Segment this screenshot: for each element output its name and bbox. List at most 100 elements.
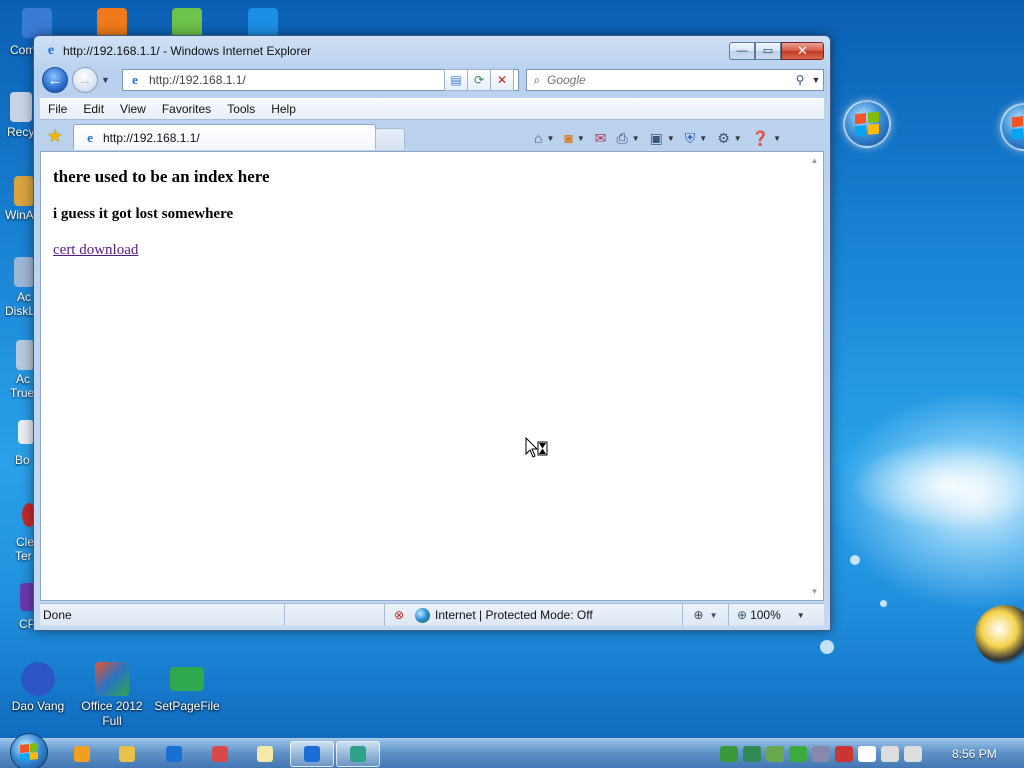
scroll-down-icon[interactable]: ▼ bbox=[806, 583, 823, 600]
navigation-bar: ← → ▼ e ▼ ▤ ⟳ ✕ ⌕ ⚲ ▼ bbox=[34, 66, 830, 96]
blocked-content-icon[interactable]: ⊗ bbox=[391, 607, 407, 623]
taskbar-media-player[interactable] bbox=[60, 741, 104, 767]
back-button[interactable]: ← bbox=[42, 67, 68, 93]
acronis-true-image-icon[interactable] bbox=[16, 340, 34, 370]
menu-edit[interactable]: Edit bbox=[75, 98, 112, 120]
winrar-icon[interactable] bbox=[14, 176, 34, 206]
popup-blocker-button[interactable]: ⊕ ▼ bbox=[682, 604, 728, 626]
compatibility-view-icon[interactable]: ▤ bbox=[444, 69, 468, 91]
desktop-icon-label[interactable]: Com bbox=[10, 43, 35, 57]
maximize-button[interactable]: ▭ bbox=[755, 42, 781, 60]
tool-icon[interactable] bbox=[812, 746, 830, 762]
vertical-scrollbar[interactable]: ▲ ▼ bbox=[806, 152, 823, 600]
title-bar[interactable]: e http://192.168.1.1/ - Windows Internet… bbox=[34, 36, 830, 66]
start-button[interactable] bbox=[10, 733, 48, 768]
windows-flag-icon bbox=[855, 111, 879, 137]
minimize-button[interactable]: — bbox=[729, 42, 755, 60]
system-tray bbox=[720, 745, 927, 763]
gear-icon: ⚙ bbox=[717, 129, 730, 146]
forward-button[interactable]: → bbox=[72, 67, 98, 93]
security-icon[interactable] bbox=[835, 746, 853, 762]
network-globe-icon[interactable] bbox=[720, 746, 738, 762]
flag-icon[interactable] bbox=[858, 746, 876, 762]
desktop-icon-label[interactable]: Ac bbox=[17, 290, 31, 304]
new-tab-button[interactable] bbox=[375, 128, 405, 150]
desktop-icon-label[interactable]: WinA bbox=[5, 208, 34, 222]
home-button[interactable]: ⌂ ▼ bbox=[532, 128, 556, 148]
taskbar-app[interactable] bbox=[243, 741, 287, 767]
menu-help[interactable]: Help bbox=[263, 98, 304, 120]
menu-file[interactable]: File bbox=[40, 98, 75, 120]
desktop-icon-label[interactable]: Ac bbox=[16, 372, 30, 386]
green-app-icon[interactable] bbox=[172, 8, 202, 38]
bubble-graphic bbox=[850, 555, 860, 565]
search-options-dropdown-icon[interactable]: ▼ bbox=[809, 75, 823, 85]
taskbar: 8:56 PM bbox=[0, 733, 1024, 768]
menu-tools[interactable]: Tools bbox=[219, 98, 263, 120]
feeds-button[interactable]: ◙ ▼ bbox=[562, 128, 586, 148]
help-menu-button[interactable]: ❓ ▼ bbox=[750, 128, 783, 148]
shield-check-icon[interactable] bbox=[743, 746, 761, 762]
acronis-disk-icon[interactable] bbox=[14, 257, 34, 287]
taskbar-paint[interactable] bbox=[198, 741, 242, 767]
menu-favorites[interactable]: Favorites bbox=[154, 98, 219, 120]
taskbar-network-app[interactable] bbox=[336, 741, 380, 767]
play-icon[interactable] bbox=[789, 746, 807, 762]
security-zone[interactable]: ⊗ Internet | Protected Mode: Off bbox=[385, 604, 682, 626]
internet-zone-globe-icon bbox=[415, 607, 430, 623]
print-button[interactable]: ⎙ ▼ bbox=[615, 128, 642, 148]
shield-icon: ⛨ bbox=[684, 129, 696, 146]
volume-muted-icon[interactable] bbox=[904, 746, 922, 762]
fish-graphic bbox=[975, 605, 1024, 665]
teamviewer-icon[interactable] bbox=[248, 8, 278, 38]
windows-logo-gadget[interactable] bbox=[843, 100, 891, 148]
search-box[interactable]: ⌕ ⚲ ▼ bbox=[526, 69, 824, 91]
chevron-down-icon: ▼ bbox=[631, 133, 640, 143]
search-icon[interactable]: ⚲ bbox=[791, 73, 809, 87]
taskbar-explorer[interactable] bbox=[105, 741, 149, 767]
internet-explorer-window[interactable]: e http://192.168.1.1/ - Windows Internet… bbox=[33, 35, 831, 631]
favorites-star-icon[interactable]: ★ bbox=[45, 126, 65, 146]
stop-icon[interactable]: ✕ bbox=[490, 69, 514, 91]
desktop-icon-office-2012[interactable]: Office 2012 Full bbox=[74, 662, 150, 729]
recent-pages-dropdown[interactable]: ▼ bbox=[101, 75, 111, 85]
desktop-icon-label[interactable]: Recy bbox=[7, 125, 34, 139]
bonjour-icon[interactable] bbox=[18, 420, 34, 444]
refresh-icon[interactable]: ⟳ bbox=[467, 69, 491, 91]
windows-logo-gadget[interactable] bbox=[1000, 103, 1024, 151]
tools-menu-button[interactable]: ⚙ ▼ bbox=[715, 128, 743, 148]
desktop-icon-label[interactable]: DiskL bbox=[5, 304, 35, 318]
mail-button[interactable]: ✉ bbox=[593, 128, 609, 148]
safety-menu-button[interactable]: ⛨ ▼ bbox=[683, 128, 709, 148]
status-bar: Done ⊗ Internet | Protected Mode: Off ⊕ ▼… bbox=[40, 603, 824, 626]
scroll-up-icon[interactable]: ▲ bbox=[806, 152, 823, 169]
desktop-icon-dao-vang[interactable]: Dao Vang bbox=[0, 662, 76, 714]
page-content[interactable]: there used to be an index here i guess i… bbox=[40, 151, 824, 601]
wps-office-icon[interactable] bbox=[97, 8, 127, 38]
close-button[interactable]: ✕ bbox=[781, 42, 824, 60]
setpagefile-icon bbox=[170, 667, 204, 691]
computer-shortcut-icon[interactable] bbox=[22, 8, 52, 38]
desktop-icon-label[interactable]: True bbox=[10, 386, 34, 400]
chevron-down-icon: ▼ bbox=[576, 133, 585, 143]
internet-explorer-icon bbox=[304, 746, 320, 762]
recycle-bin-icon[interactable] bbox=[10, 92, 32, 122]
tab-current[interactable]: e http://192.168.1.1/ bbox=[73, 124, 376, 150]
status-text: Done bbox=[40, 604, 285, 626]
desktop-icon-label[interactable]: Bo bbox=[15, 453, 30, 467]
clock[interactable]: 8:56 PM bbox=[952, 747, 997, 761]
sync-icon[interactable] bbox=[766, 746, 784, 762]
desktop-icon-label[interactable]: Cle bbox=[16, 535, 34, 549]
taskbar-ie-active-window[interactable] bbox=[290, 741, 334, 767]
menu-view[interactable]: View bbox=[112, 98, 154, 120]
command-bar: ⌂ ▼ ◙ ▼ ✉ ⎙ ▼ ▣ ▼ ⛨ ▼ ⚙ ▼ ❓ ▼ bbox=[532, 128, 783, 148]
zoom-control[interactable]: ⊕ 100% ▼ bbox=[728, 604, 805, 626]
desktop-icon-setpagefile[interactable]: SetPageFile bbox=[149, 662, 225, 714]
cert-download-link[interactable]: cert download bbox=[53, 242, 138, 258]
chevron-down-icon: ▼ bbox=[666, 133, 675, 143]
desktop-icon-label[interactable]: Ter bbox=[15, 549, 32, 563]
taskbar-internet-explorer[interactable] bbox=[152, 741, 196, 767]
monitor-icon[interactable] bbox=[881, 746, 899, 762]
page-menu-button[interactable]: ▣ ▼ bbox=[648, 128, 677, 148]
search-input[interactable] bbox=[547, 73, 791, 87]
